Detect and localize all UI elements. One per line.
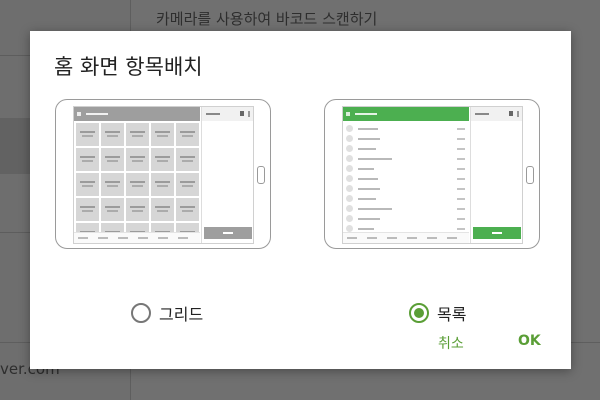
preview-grid-cell <box>101 148 124 171</box>
preview-grid-cell <box>101 173 124 196</box>
preview-grid-cell <box>101 198 124 221</box>
preview-list-row <box>343 184 469 194</box>
preview-grid-cell <box>151 148 174 171</box>
background-title: 카메라를 사용하여 바코드 스캔하기 <box>156 10 378 28</box>
preview-list-row <box>343 204 469 214</box>
preview-grid-cell <box>76 123 99 146</box>
ok-button[interactable]: OK <box>518 333 541 349</box>
list-radio-button[interactable] <box>409 303 429 323</box>
tablet-illustration <box>324 99 540 249</box>
preview-grid-cell <box>76 198 99 221</box>
preview-list-row <box>343 164 469 174</box>
tablet-screen <box>342 106 523 244</box>
preview-grid-cell <box>76 173 99 196</box>
preview-grid-cell <box>126 173 149 196</box>
cancel-button[interactable]: 취소 <box>438 333 464 353</box>
preview-list-row <box>343 144 469 154</box>
preview-toolbar <box>343 107 469 121</box>
list-option-label: 목록 <box>437 305 467 324</box>
grid-option[interactable]: 그리드 <box>131 301 203 325</box>
preview-bottom-bar <box>74 232 200 243</box>
preview-grid-cell <box>176 148 199 171</box>
list-option[interactable]: 목록 <box>409 301 466 325</box>
preview-grid-cell <box>126 123 149 146</box>
preview-grid-cell <box>176 173 199 196</box>
preview-list-row <box>343 174 469 184</box>
preview-grid-cell <box>76 148 99 171</box>
preview-grid-cell <box>126 148 149 171</box>
dialog-title: 홈 화면 항목배치 <box>54 55 203 79</box>
preview-grid-cell <box>176 123 199 146</box>
layout-dialog: 홈 화면 항목배치 그리드 목록 취소 OK <box>30 31 571 369</box>
tablet-screen <box>73 106 254 244</box>
preview-grid-cell <box>151 198 174 221</box>
tablet-home-button <box>526 166 534 184</box>
preview-bottom-bar <box>343 232 469 243</box>
preview-action-button <box>473 227 521 239</box>
grid-radio-button[interactable] <box>131 303 151 323</box>
preview-grid-cell <box>151 123 174 146</box>
preview-grid-cell <box>126 198 149 221</box>
tablet-home-button <box>257 166 265 184</box>
preview-toolbar <box>74 107 200 121</box>
grid-option-label: 그리드 <box>159 305 204 324</box>
preview-grid-cell <box>151 173 174 196</box>
preview-list-row <box>343 214 469 224</box>
preview-list-row <box>343 134 469 144</box>
preview-detail-pane <box>470 107 522 243</box>
list-preview-image[interactable] <box>324 99 540 249</box>
grid-preview-image[interactable] <box>55 99 271 249</box>
preview-list-row <box>343 124 469 134</box>
tablet-illustration <box>55 99 271 249</box>
preview-list-row <box>343 194 469 204</box>
preview-grid-cell <box>101 123 124 146</box>
preview-list-row <box>343 154 469 164</box>
preview-action-button <box>204 227 252 239</box>
preview-grid-cell <box>176 198 199 221</box>
preview-detail-pane <box>201 107 253 243</box>
